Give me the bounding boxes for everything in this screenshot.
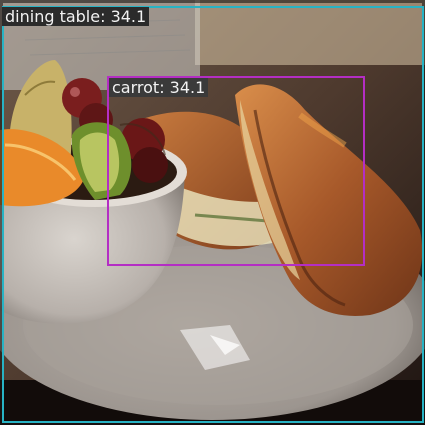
- annotated-image: dining table: 34.1 carrot: 34.1: [0, 0, 425, 425]
- carrot-label: carrot: 34.1: [109, 78, 209, 97]
- carrot-bounding-box: [107, 76, 365, 266]
- dining-table-label: dining table: 34.1: [2, 7, 150, 26]
